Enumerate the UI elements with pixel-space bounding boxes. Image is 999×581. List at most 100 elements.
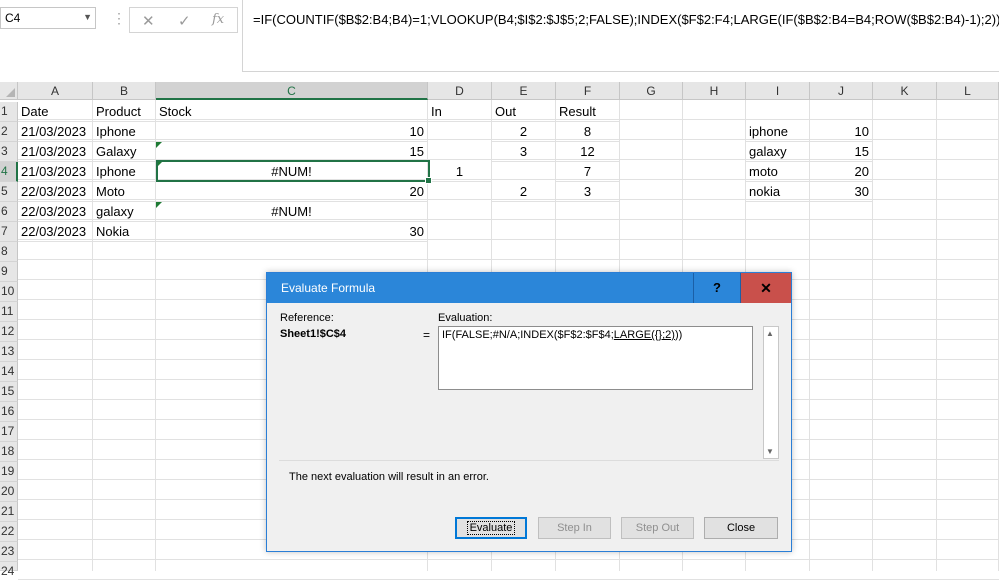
cell-e5[interactable]: 2 (492, 182, 556, 202)
row-header-2[interactable]: 2 (0, 122, 18, 142)
row-header-23[interactable]: 23 (0, 542, 18, 562)
cell-c2[interactable]: 10 (156, 122, 428, 142)
cell-f4[interactable]: 7 (556, 162, 620, 182)
cell-j5[interactable]: 30 (810, 182, 873, 202)
row-header-20[interactable]: 20 (0, 482, 18, 502)
close-button[interactable]: Close (704, 517, 778, 539)
row-header-21[interactable]: 21 (0, 502, 18, 522)
drag-handle-icon[interactable]: ⋮ (112, 10, 126, 27)
cell-c6[interactable]: #NUM! (156, 202, 428, 222)
row-header-4[interactable]: 4 (0, 162, 18, 182)
cell-b6[interactable]: galaxy (93, 202, 156, 222)
cell-f2[interactable]: 8 (556, 122, 620, 142)
select-all-button[interactable] (0, 82, 18, 100)
cell-a7[interactable]: 22/03/2023 (18, 222, 93, 242)
cell-e1[interactable]: Out (492, 102, 556, 122)
cell-a6[interactable]: 22/03/2023 (18, 202, 93, 222)
row-header-1[interactable]: 1 (0, 102, 18, 122)
cell-b2[interactable]: Iphone (93, 122, 156, 142)
evaluate-button-label: Evaluate (466, 521, 516, 535)
cell-a4[interactable]: 21/03/2023 (18, 162, 93, 182)
cell-i4[interactable]: moto (746, 162, 810, 182)
dialog-title: Evaluate Formula (281, 281, 376, 295)
cell-j4[interactable]: 20 (810, 162, 873, 182)
chevron-up-icon[interactable]: ▲ (766, 329, 774, 338)
column-header-l[interactable]: L (937, 82, 999, 100)
cell-b4[interactable]: Iphone (93, 162, 156, 182)
cell-j3[interactable]: 15 (810, 142, 873, 162)
column-header-a[interactable]: A (18, 82, 93, 100)
cell-c5[interactable]: 20 (156, 182, 428, 202)
row-header-17[interactable]: 17 (0, 422, 18, 442)
evaluate-formula-dialog: Evaluate Formula ? ✕ Reference: Evaluati… (266, 272, 792, 552)
cell-b3[interactable]: Galaxy (93, 142, 156, 162)
column-header-e[interactable]: E (492, 82, 556, 100)
evaluate-button[interactable]: Evaluate (455, 517, 527, 539)
chevron-down-icon[interactable]: ▼ (766, 447, 774, 456)
grid-line-vertical (936, 100, 937, 571)
cell-i2[interactable]: iphone (746, 122, 810, 142)
row-header-13[interactable]: 13 (0, 342, 18, 362)
formula-input[interactable]: =IF(COUNTIF($B$2:B4;B4)=1;VLOOKUP(B4;$I$… (242, 0, 999, 72)
row-header-22[interactable]: 22 (0, 522, 18, 542)
step-in-button[interactable]: Step In (538, 517, 611, 539)
evaluation-box[interactable]: IF(FALSE;#N/A;INDEX($F$2:$F$4;LARGE({};2… (438, 326, 753, 390)
formula-text: =IF(COUNTIF($B$2:B4;B4)=1;VLOOKUP(B4;$I$… (253, 12, 999, 27)
cell-j2[interactable]: 10 (810, 122, 873, 142)
column-header-g[interactable]: G (620, 82, 683, 100)
row-header-12[interactable]: 12 (0, 322, 18, 342)
cell-e3[interactable]: 3 (492, 142, 556, 162)
cell-f5[interactable]: 3 (556, 182, 620, 202)
cell-d4[interactable]: 1 (428, 162, 492, 182)
step-out-button[interactable]: Step Out (621, 517, 694, 539)
column-header-h[interactable]: H (683, 82, 746, 100)
cell-c1[interactable]: Stock (156, 102, 428, 122)
column-header-c[interactable]: C (156, 82, 428, 100)
cell-a2[interactable]: 21/03/2023 (18, 122, 93, 142)
cell-b5[interactable]: Moto (93, 182, 156, 202)
cell-i5[interactable]: nokia (746, 182, 810, 202)
function-icon[interactable]: fx (212, 12, 224, 27)
row-header-5[interactable]: 5 (0, 182, 18, 202)
row-header-3[interactable]: 3 (0, 142, 18, 162)
close-icon[interactable]: ✕ (741, 273, 791, 303)
row-header-8[interactable]: 8 (0, 242, 18, 262)
cell-c3[interactable]: 15 (156, 142, 428, 162)
column-header-b[interactable]: B (93, 82, 156, 100)
cancel-icon[interactable]: ✕ (142, 12, 155, 30)
cell-f1[interactable]: Result (556, 102, 620, 122)
cell-e2[interactable]: 2 (492, 122, 556, 142)
row-header-14[interactable]: 14 (0, 362, 18, 382)
evaluation-scrollbar[interactable]: ▲ ▼ (763, 326, 779, 459)
help-button[interactable]: ? (693, 273, 741, 303)
cell-i3[interactable]: galaxy (746, 142, 810, 162)
column-header-k[interactable]: K (873, 82, 937, 100)
column-header-d[interactable]: D (428, 82, 492, 100)
check-icon[interactable]: ✓ (178, 12, 191, 30)
name-box[interactable]: C4 ▼ (0, 7, 96, 29)
cell-a5[interactable]: 22/03/2023 (18, 182, 93, 202)
cell-c7[interactable]: 30 (156, 222, 428, 242)
row-header-18[interactable]: 18 (0, 442, 18, 462)
row-header-16[interactable]: 16 (0, 402, 18, 422)
row-header-7[interactable]: 7 (0, 222, 18, 242)
row-header-10[interactable]: 10 (0, 282, 18, 302)
cell-a3[interactable]: 21/03/2023 (18, 142, 93, 162)
row-header-6[interactable]: 6 (0, 202, 18, 222)
row-header-24[interactable]: 24 (0, 562, 18, 578)
column-header-i[interactable]: I (746, 82, 810, 100)
column-header-f[interactable]: F (556, 82, 620, 100)
row-header-19[interactable]: 19 (0, 462, 18, 482)
cell-b7[interactable]: Nokia (93, 222, 156, 242)
row-header-11[interactable]: 11 (0, 302, 18, 322)
error-indicator-icon (156, 202, 162, 208)
cell-a1[interactable]: Date (18, 102, 93, 122)
row-header-15[interactable]: 15 (0, 382, 18, 402)
cell-b1[interactable]: Product (93, 102, 156, 122)
chevron-down-icon[interactable]: ▼ (83, 12, 92, 22)
cell-c4[interactable]: #NUM! (156, 162, 428, 182)
column-header-j[interactable]: J (810, 82, 873, 100)
cell-d1[interactable]: In (428, 102, 492, 122)
row-header-9[interactable]: 9 (0, 262, 18, 282)
cell-f3[interactable]: 12 (556, 142, 620, 162)
